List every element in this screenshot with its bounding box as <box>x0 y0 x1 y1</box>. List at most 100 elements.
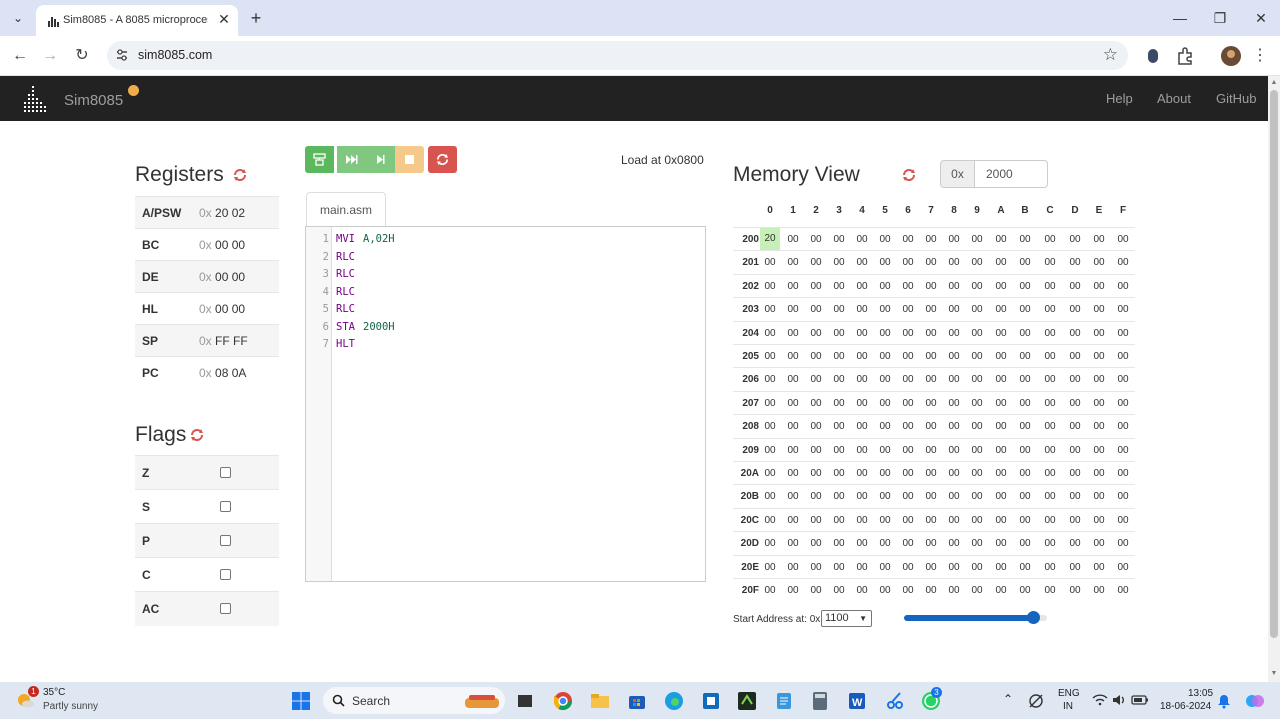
memory-cell[interactable]: 00 <box>1089 562 1109 573</box>
notepad-icon[interactable] <box>773 690 795 712</box>
memory-cell[interactable]: 00 <box>991 374 1011 385</box>
memory-cell[interactable]: 00 <box>967 585 987 596</box>
tray-overflow-icon[interactable]: ⌃ <box>1003 692 1013 706</box>
memory-cell[interactable]: 00 <box>829 538 849 549</box>
memory-cell[interactable]: 00 <box>760 445 780 456</box>
volume-icon[interactable] <box>1111 692 1127 708</box>
memory-cell[interactable]: 00 <box>1089 374 1109 385</box>
memory-cell[interactable]: 00 <box>1015 374 1035 385</box>
memory-cell[interactable]: 00 <box>921 421 941 432</box>
memory-cell[interactable]: 00 <box>921 304 941 315</box>
extensions-puzzle-icon[interactable] <box>1174 45 1196 67</box>
memory-cell[interactable]: 00 <box>1040 445 1060 456</box>
back-arrow-icon[interactable]: ← <box>9 45 31 67</box>
memory-cell[interactable]: 00 <box>783 281 803 292</box>
memory-cell[interactable]: 00 <box>783 468 803 479</box>
memory-cell[interactable]: 00 <box>760 398 780 409</box>
memory-cell[interactable]: 00 <box>1065 468 1085 479</box>
memory-cell[interactable]: 00 <box>806 234 826 245</box>
memory-cell[interactable]: 00 <box>852 421 872 432</box>
memory-cell[interactable]: 00 <box>1089 328 1109 339</box>
memory-cell[interactable]: 00 <box>783 515 803 526</box>
memory-cell[interactable]: 00 <box>875 421 895 432</box>
memory-cell[interactable]: 00 <box>760 351 780 362</box>
extension-icon[interactable] <box>1142 45 1164 67</box>
memory-cell[interactable]: 00 <box>991 257 1011 268</box>
memory-cell[interactable]: 00 <box>829 445 849 456</box>
memory-cell[interactable]: 00 <box>1113 398 1133 409</box>
memory-cell[interactable]: 00 <box>944 257 964 268</box>
assemble-button[interactable] <box>305 146 334 173</box>
wifi-icon[interactable] <box>1092 692 1108 708</box>
code-editor[interactable]: 1 MVI A,02H 2 RLC 3 RLC 4 RLC 5 RLC 6 STA 2000H … <box>305 226 706 582</box>
memory-cell[interactable]: 00 <box>806 562 826 573</box>
memory-cell[interactable]: 00 <box>829 351 849 362</box>
memory-cell[interactable]: 00 <box>760 515 780 526</box>
memory-cell[interactable]: 00 <box>944 491 964 502</box>
flag-z-checkbox[interactable] <box>220 466 231 478</box>
memory-cell[interactable]: 00 <box>991 398 1011 409</box>
brand-name[interactable]: Sim8085 <box>64 92 123 109</box>
memory-cell[interactable]: 00 <box>783 351 803 362</box>
nav-link-github[interactable]: GitHub <box>1216 91 1256 106</box>
memory-cell[interactable]: 00 <box>1040 515 1060 526</box>
memory-cell[interactable]: 00 <box>806 515 826 526</box>
taskbar-search[interactable]: Search <box>323 687 505 714</box>
memory-cell[interactable]: 00 <box>783 398 803 409</box>
memory-cell[interactable]: 20 <box>760 228 780 250</box>
copilot-icon[interactable] <box>1244 690 1266 712</box>
memory-cell[interactable]: 00 <box>806 585 826 596</box>
memory-cell[interactable]: 00 <box>967 304 987 315</box>
memory-cell[interactable]: 00 <box>944 515 964 526</box>
memory-cell[interactable]: 00 <box>760 374 780 385</box>
step-button[interactable] <box>366 146 395 173</box>
memory-cell[interactable]: 00 <box>1065 304 1085 315</box>
memory-cell[interactable]: 00 <box>806 328 826 339</box>
registers-refresh-icon[interactable] <box>233 168 247 182</box>
memory-cell[interactable]: 00 <box>829 515 849 526</box>
memory-cell[interactable]: 00 <box>991 351 1011 362</box>
code-line[interactable]: 7 HLT <box>306 338 696 355</box>
memory-cell[interactable]: 00 <box>967 257 987 268</box>
memory-cell[interactable]: 00 <box>1113 328 1133 339</box>
memory-cell[interactable]: 00 <box>760 328 780 339</box>
memory-cell[interactable]: 00 <box>875 234 895 245</box>
tab-close-icon[interactable]: ✕ <box>216 11 232 27</box>
memory-cell[interactable]: 00 <box>1113 351 1133 362</box>
flag-ac-checkbox[interactable] <box>220 603 231 615</box>
window-close-icon[interactable]: ✕ <box>1251 8 1271 28</box>
memory-range-slider[interactable] <box>904 611 1047 624</box>
memory-cell[interactable]: 00 <box>898 445 918 456</box>
memory-cell[interactable]: 00 <box>1040 234 1060 245</box>
memory-cell[interactable]: 00 <box>921 445 941 456</box>
memory-cell[interactable]: 00 <box>783 328 803 339</box>
memory-cell[interactable]: 00 <box>991 468 1011 479</box>
clock-date[interactable]: 18-06-2024 <box>1160 701 1211 712</box>
memory-cell[interactable]: 00 <box>806 421 826 432</box>
memory-cell[interactable]: 00 <box>783 491 803 502</box>
memory-cell[interactable]: 00 <box>1015 281 1035 292</box>
memory-cell[interactable]: 00 <box>829 421 849 432</box>
memory-cell[interactable]: 00 <box>1040 328 1060 339</box>
memory-cell[interactable]: 00 <box>852 445 872 456</box>
memory-cell[interactable]: 00 <box>1113 538 1133 549</box>
memory-cell[interactable]: 00 <box>852 538 872 549</box>
memory-address-input[interactable]: 2000 <box>974 160 1048 188</box>
memory-cell[interactable]: 00 <box>921 398 941 409</box>
memory-cell[interactable]: 00 <box>921 562 941 573</box>
memory-cell[interactable]: 00 <box>1089 234 1109 245</box>
memory-cell[interactable]: 00 <box>991 491 1011 502</box>
memory-cell[interactable]: 00 <box>1113 468 1133 479</box>
memory-cell[interactable]: 00 <box>898 468 918 479</box>
battery-icon[interactable] <box>1131 692 1149 708</box>
memory-cell[interactable]: 00 <box>875 351 895 362</box>
memory-cell[interactable]: 00 <box>898 562 918 573</box>
memory-cell[interactable]: 00 <box>921 468 941 479</box>
memory-cell[interactable]: 00 <box>1065 398 1085 409</box>
memory-cell[interactable]: 00 <box>1015 562 1035 573</box>
memory-cell[interactable]: 00 <box>991 562 1011 573</box>
memory-cell[interactable]: 00 <box>875 398 895 409</box>
memory-cell[interactable]: 00 <box>852 257 872 268</box>
terminal-app-icon[interactable] <box>736 690 758 712</box>
memory-cell[interactable]: 00 <box>852 562 872 573</box>
